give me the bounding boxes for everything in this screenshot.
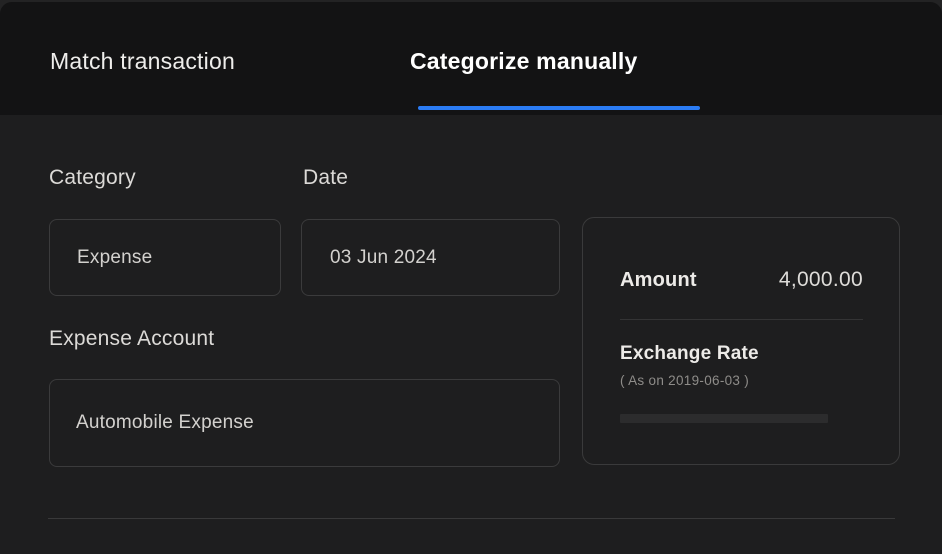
date-label: Date bbox=[303, 166, 348, 190]
expense-account-label: Expense Account bbox=[49, 327, 214, 351]
category-value: Expense bbox=[77, 247, 152, 269]
tab-categorize-manually[interactable]: Categorize manually bbox=[410, 46, 637, 76]
footer-divider bbox=[48, 518, 895, 519]
category-label: Category bbox=[49, 166, 136, 190]
exchange-rate-date-note: ( As on 2019-06-03 ) bbox=[620, 373, 749, 388]
active-tab-indicator bbox=[418, 106, 700, 110]
expense-account-value: Automobile Expense bbox=[76, 412, 254, 434]
tab-match-transaction[interactable]: Match transaction bbox=[50, 46, 235, 76]
dialog-body: Category Date Expense 03 Jun 2024 Expens… bbox=[0, 115, 942, 554]
exchange-rate-label: Exchange Rate bbox=[620, 343, 759, 365]
date-picker[interactable]: 03 Jun 2024 bbox=[301, 219, 560, 296]
dialog-tab-bar: Match transaction Categorize manually bbox=[0, 2, 942, 115]
amount-value: 4,000.00 bbox=[779, 268, 863, 292]
categorize-transaction-dialog: Match transaction Categorize manually Ca… bbox=[0, 2, 942, 554]
amount-label: Amount bbox=[620, 269, 697, 292]
panel-divider bbox=[620, 319, 863, 320]
exchange-rate-loading-skeleton bbox=[620, 414, 828, 423]
amount-summary-panel: Amount 4,000.00 Exchange Rate ( As on 20… bbox=[582, 217, 900, 465]
expense-account-select[interactable]: Automobile Expense bbox=[49, 379, 560, 467]
date-value: 03 Jun 2024 bbox=[330, 247, 437, 269]
amount-row: Amount 4,000.00 bbox=[620, 268, 863, 292]
category-select[interactable]: Expense bbox=[49, 219, 281, 296]
